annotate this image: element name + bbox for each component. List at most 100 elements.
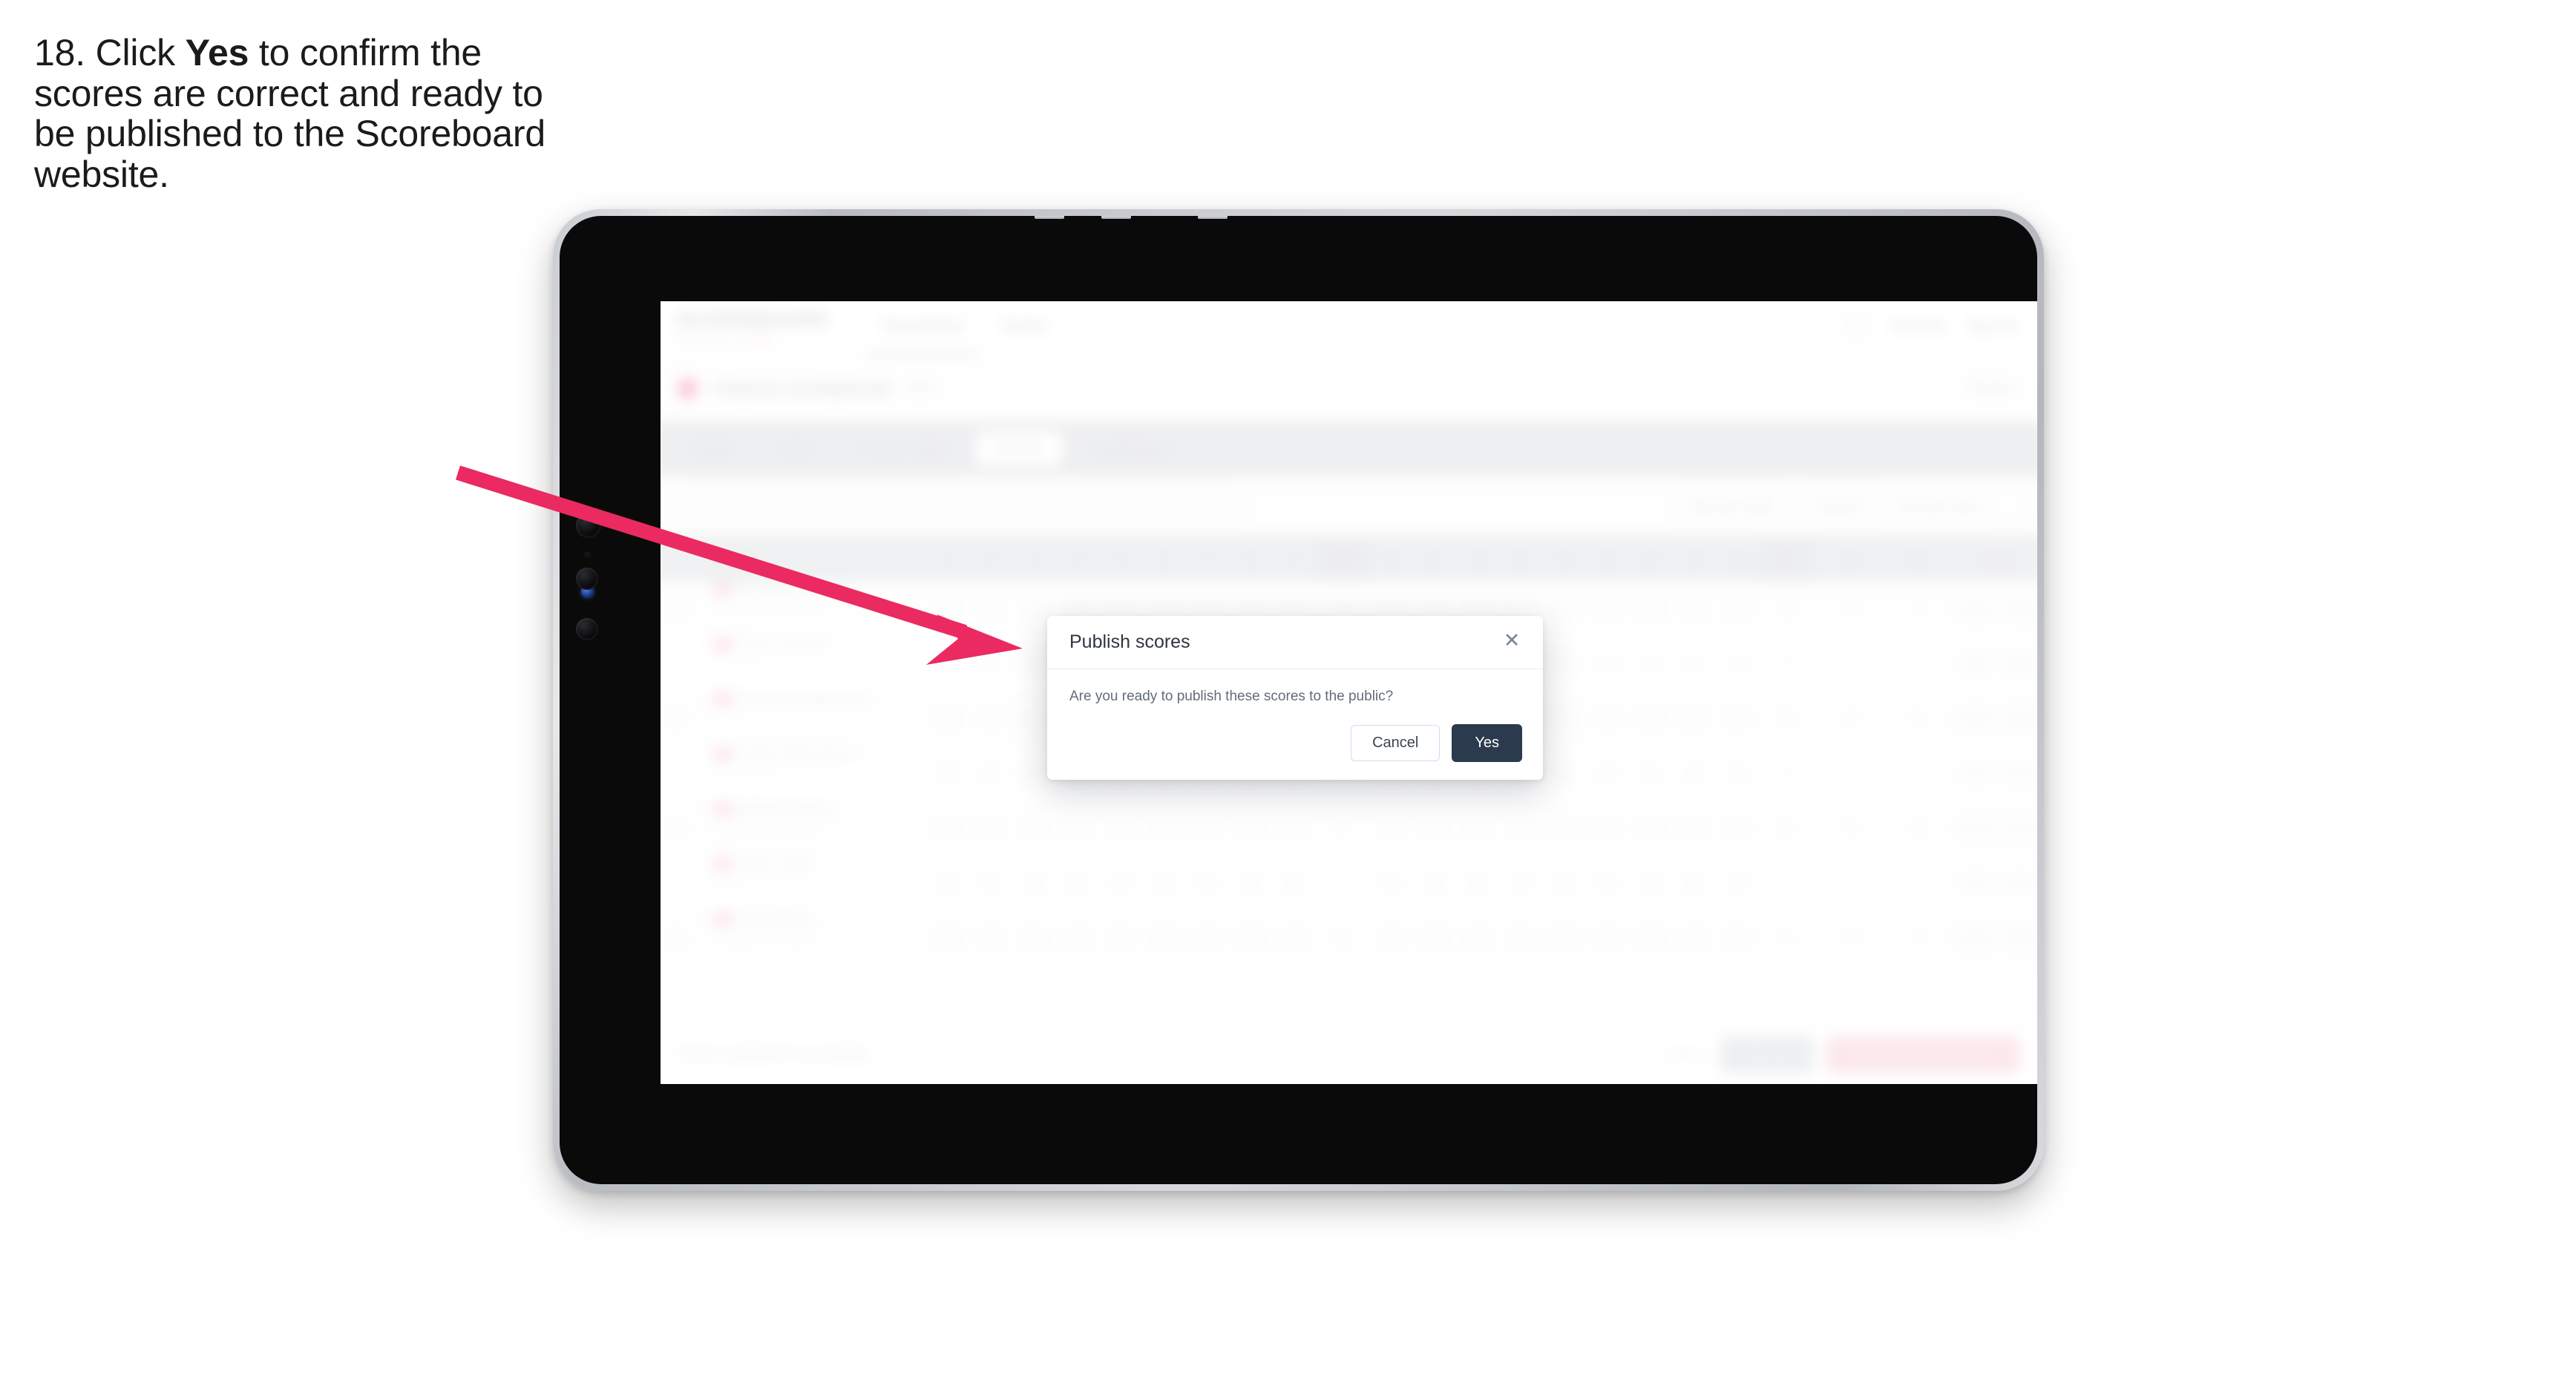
hole-score-cell[interactable] [1055, 910, 1098, 965]
hole-score-cell[interactable] [1672, 691, 1715, 746]
hole-score-cell[interactable] [1542, 801, 1585, 855]
hole-score-cell[interactable] [1628, 801, 1672, 855]
hole-score-cell[interactable] [1055, 855, 1098, 910]
hole-score-cell[interactable] [1715, 801, 1759, 855]
yes-button[interactable]: Yes [1452, 724, 1522, 762]
tab-details[interactable]: Details [672, 432, 754, 467]
tab-leaderboard[interactable]: Leaderboard [1070, 432, 1190, 467]
row-checkbox[interactable] [661, 910, 701, 965]
row-checkbox[interactable] [661, 856, 701, 910]
hole-score-cell[interactable] [1412, 910, 1455, 965]
hole-score-cell[interactable] [1271, 855, 1315, 910]
nav-signout[interactable]: Sign out [1969, 318, 2019, 334]
hole-score-cell[interactable] [1585, 801, 1629, 855]
close-icon[interactable]: ✕ [1501, 631, 1522, 651]
hole-score-cell[interactable] [1141, 910, 1185, 965]
hole-score-cell[interactable] [1455, 801, 1499, 855]
hole-score-cell[interactable] [1542, 746, 1585, 801]
hole-score-cell[interactable] [1628, 855, 1672, 910]
row-checkbox[interactable] [661, 746, 701, 801]
hole-score-cell[interactable] [969, 801, 1012, 855]
nav-link-events[interactable]: Events [1000, 301, 1049, 355]
hole-score-cell[interactable] [1628, 637, 1672, 691]
hole-score-cell[interactable] [1672, 746, 1715, 801]
hole-score-cell[interactable] [1628, 582, 1672, 637]
tab-results[interactable]: Results [975, 431, 1063, 467]
row-checkbox[interactable] [661, 801, 701, 855]
hole-score-cell[interactable] [1628, 910, 1672, 965]
filter-icon[interactable] [1993, 489, 2023, 522]
round-select[interactable]: Round 1 [1802, 488, 1885, 523]
hole-score-cell[interactable] [1715, 582, 1759, 637]
hole-score-cell[interactable] [1542, 637, 1585, 691]
hole-score-cell[interactable] [1271, 910, 1315, 965]
hole-score-cell[interactable] [1455, 910, 1499, 965]
brand-logo[interactable]: SCOREBOARD POWERED BY GOLF [676, 309, 828, 344]
hole-score-cell[interactable] [1141, 801, 1185, 855]
hole-score-cell[interactable] [925, 582, 969, 637]
hole-score-cell[interactable] [925, 691, 969, 746]
hole-score-cell[interactable] [1055, 801, 1098, 855]
tab-draw[interactable]: Draw [762, 432, 834, 467]
hole-score-cell[interactable] [1628, 746, 1672, 801]
hole-score-cell[interactable] [1141, 855, 1185, 910]
hole-score-cell[interactable] [1369, 910, 1412, 965]
hole-score-cell[interactable] [1672, 637, 1715, 691]
hole-score-cell[interactable] [1098, 855, 1142, 910]
cancel-link[interactable]: Cancel [1665, 1047, 1707, 1063]
hole-score-cell[interactable] [1228, 855, 1272, 910]
hole-score-cell[interactable] [1585, 691, 1629, 746]
hole-score-cell[interactable] [969, 910, 1012, 965]
hole-score-cell[interactable] [1098, 910, 1142, 965]
hole-score-cell[interactable] [969, 746, 1012, 801]
hole-score-cell[interactable] [1228, 910, 1272, 965]
hole-score-cell[interactable] [1542, 691, 1585, 746]
help-icon[interactable] [1845, 315, 1867, 337]
nav-link-tournaments[interactable]: Tournaments [867, 301, 977, 356]
hole-score-cell[interactable] [1185, 855, 1228, 910]
filter-round-select[interactable]: Filter by round [1670, 488, 1789, 523]
hole-score-cell[interactable] [925, 637, 969, 691]
nav-username[interactable]: Test User [1890, 318, 1947, 334]
hole-score-cell[interactable] [1012, 910, 1055, 965]
hole-score-cell[interactable] [1672, 801, 1715, 855]
hole-score-cell[interactable] [1412, 801, 1455, 855]
hole-score-cell[interactable] [1672, 582, 1715, 637]
hole-score-cell[interactable] [969, 855, 1012, 910]
hole-score-cell[interactable] [1585, 637, 1629, 691]
hole-score-cell[interactable] [1228, 801, 1272, 855]
row-checkbox[interactable] [661, 582, 701, 636]
hole-score-cell[interactable] [1585, 910, 1629, 965]
search-input[interactable] [675, 489, 1246, 522]
hole-score-cell[interactable] [1271, 801, 1315, 855]
hole-score-cell[interactable] [925, 801, 969, 855]
hole-score-cell[interactable] [1455, 855, 1499, 910]
hole-score-cell[interactable] [1369, 855, 1412, 910]
save-all-button[interactable]: Save all [1720, 1036, 1814, 1074]
hole-score-cell[interactable] [925, 855, 969, 910]
hole-score-cell[interactable] [1098, 801, 1142, 855]
hole-score-cell[interactable] [1715, 910, 1759, 965]
hole-score-cell[interactable] [1185, 910, 1228, 965]
hole-score-cell[interactable] [1012, 801, 1055, 855]
cancel-button[interactable]: Cancel [1351, 725, 1441, 761]
hole-score-cell[interactable] [1498, 910, 1542, 965]
hole-score-cell[interactable] [1672, 855, 1715, 910]
row-checkbox[interactable] [661, 637, 701, 691]
hole-score-cell[interactable] [925, 746, 969, 801]
hole-score-cell[interactable] [1585, 582, 1629, 637]
table-row[interactable]: Ryan Smith Muirfield Golf Links 37 37 74 72 [661, 855, 2037, 911]
hole-score-cell[interactable] [1715, 637, 1759, 691]
hole-score-cell[interactable] [969, 691, 1012, 746]
hole-score-cell[interactable] [1185, 801, 1228, 855]
hole-score-cell[interactable] [1369, 801, 1412, 855]
hole-score-cell[interactable] [969, 637, 1012, 691]
hole-score-cell[interactable] [1585, 855, 1629, 910]
publish-scores-button[interactable]: Publish scores to public [1826, 1036, 2020, 1074]
hole-score-cell[interactable] [1628, 691, 1672, 746]
hole-score-cell[interactable] [969, 582, 1012, 637]
hole-score-cell[interactable] [925, 910, 969, 965]
sort-label[interactable]: Sort by Order [1898, 498, 1979, 513]
hole-score-cell[interactable] [1715, 855, 1759, 910]
select-all-checkbox[interactable] [661, 535, 701, 582]
